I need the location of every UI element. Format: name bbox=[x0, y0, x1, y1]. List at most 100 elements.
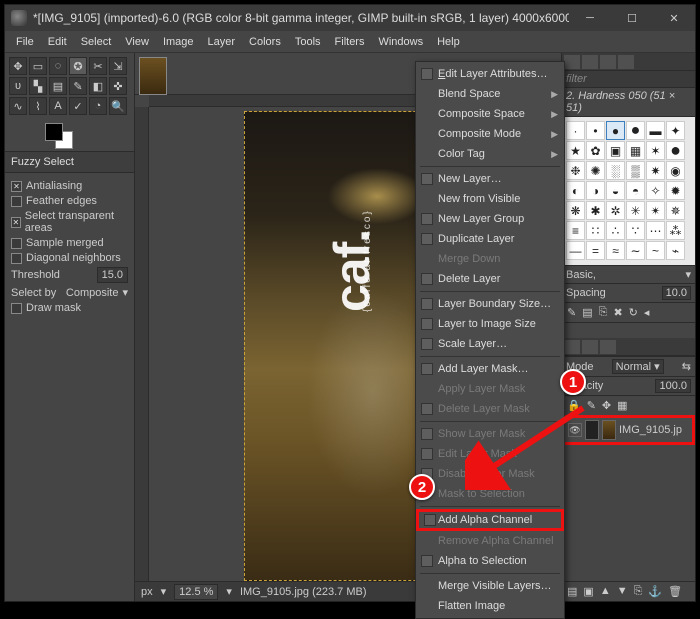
menu-image[interactable]: Image bbox=[156, 33, 201, 51]
color-swatches[interactable] bbox=[5, 119, 134, 151]
mi-composite-space[interactable]: Composite Space▶ bbox=[416, 104, 564, 124]
opt-sample-merged[interactable]: Sample merged bbox=[11, 237, 128, 249]
tool-bucket[interactable]: ▚ bbox=[29, 77, 47, 95]
lock-move-icon[interactable]: ✥ bbox=[602, 399, 611, 412]
menu-layer[interactable]: Layer bbox=[201, 33, 243, 51]
minimize-button[interactable]: ─ bbox=[569, 5, 611, 31]
menu-tools[interactable]: Tools bbox=[288, 33, 328, 51]
mi-alpha-to-sel[interactable]: Alpha to Selection bbox=[416, 551, 564, 571]
status-zoom[interactable]: 12.5 % bbox=[174, 584, 218, 600]
tool-picker[interactable]: ✓ bbox=[69, 97, 87, 115]
tab-paths[interactable] bbox=[600, 340, 616, 354]
opt-draw-mask[interactable]: Draw mask bbox=[11, 302, 128, 314]
brush-spacing[interactable]: Spacing10.0 bbox=[562, 283, 695, 302]
refresh-icon[interactable]: ↻ bbox=[629, 306, 638, 319]
edit-icon[interactable]: ✎ bbox=[567, 306, 576, 319]
mi-scale[interactable]: Scale Layer… bbox=[416, 334, 564, 354]
close-button[interactable]: ✕ bbox=[653, 5, 695, 31]
tab-fonts[interactable] bbox=[600, 55, 616, 69]
image-tab-thumb[interactable] bbox=[139, 57, 167, 95]
group-icon[interactable]: ▣ bbox=[583, 585, 593, 598]
tool-zoom[interactable]: 🔍 bbox=[109, 97, 127, 115]
tab-brushes[interactable] bbox=[564, 55, 580, 69]
layer-thumb[interactable] bbox=[602, 420, 616, 440]
up-icon[interactable]: ▲ bbox=[600, 585, 611, 598]
tool-eraser[interactable]: ◧ bbox=[89, 77, 107, 95]
mi-add-mask[interactable]: Add Layer Mask… bbox=[416, 359, 564, 379]
tool-smudge[interactable]: ∿ bbox=[9, 97, 27, 115]
menu-colors[interactable]: Colors bbox=[242, 33, 288, 51]
mi-blend-space[interactable]: Blend Space▶ bbox=[416, 84, 564, 104]
tool-text[interactable]: A bbox=[49, 97, 67, 115]
tool-gradient[interactable]: ▤ bbox=[49, 77, 67, 95]
chevron-down-icon[interactable]: ▾ bbox=[122, 286, 128, 299]
maximize-button[interactable]: ☐ bbox=[611, 5, 653, 31]
tool-paintbrush[interactable]: ✎ bbox=[69, 77, 87, 95]
mi-add-alpha-highlighted[interactable]: Add Alpha Channel bbox=[416, 509, 564, 531]
check-icon bbox=[421, 428, 433, 440]
opt-select-by[interactable]: Select byComposite▾ bbox=[11, 286, 128, 299]
tool-crop[interactable]: ✂ bbox=[89, 57, 107, 75]
trash-icon[interactable]: 🗑 bbox=[668, 585, 682, 598]
mi-composite-mode[interactable]: Composite Mode▶ bbox=[416, 124, 564, 144]
mi-flatten[interactable]: Flatten Image bbox=[416, 596, 564, 616]
tool-move[interactable]: ✥ bbox=[9, 57, 27, 75]
anchor-icon[interactable]: ⚓ bbox=[648, 585, 662, 598]
opt-threshold[interactable]: Threshold15.0 bbox=[11, 267, 128, 283]
menu-edit[interactable]: Edit bbox=[41, 33, 74, 51]
status-unit[interactable]: px bbox=[141, 586, 153, 598]
annotation-badge-1: 1 bbox=[560, 369, 586, 395]
mi-delete[interactable]: Delete Layer bbox=[416, 269, 564, 289]
tab-layers[interactable] bbox=[564, 340, 580, 354]
menu-icon[interactable]: ◂ bbox=[644, 306, 650, 319]
menu-filters[interactable]: Filters bbox=[328, 33, 372, 51]
tool-measure[interactable]: ◔ bbox=[89, 97, 107, 115]
chevron-icon[interactable]: ⇆ bbox=[682, 360, 691, 373]
fg-color[interactable] bbox=[45, 123, 63, 141]
mi-new-group[interactable]: New Layer Group bbox=[416, 209, 564, 229]
new-layer-icon[interactable]: ▤ bbox=[567, 585, 577, 598]
mi-new-layer[interactable]: New Layer… bbox=[416, 169, 564, 189]
tool-fuzzy-select[interactable]: ✪ bbox=[69, 57, 87, 75]
tool-rect-select[interactable]: ▭ bbox=[29, 57, 47, 75]
menu-select[interactable]: Select bbox=[74, 33, 119, 51]
mi-duplicate[interactable]: Duplicate Layer bbox=[416, 229, 564, 249]
brush-grid[interactable]: ·•●●▬✦ ★✿▣▦✶● ❉✺░▒✷◉ ◐◑◒◓✧✹ ❋✱✲✳✴✵ ≡∷∴∵⋯… bbox=[562, 117, 695, 265]
tab-history[interactable] bbox=[618, 55, 634, 69]
opt-feather[interactable]: Feather edges bbox=[11, 195, 128, 207]
tool-free-select[interactable]: ◌ bbox=[49, 57, 67, 75]
down-icon[interactable]: ▼ bbox=[617, 585, 628, 598]
tab-patterns[interactable] bbox=[582, 55, 598, 69]
chevron-down-icon[interactable]: ▾ bbox=[226, 585, 232, 598]
mi-color-tag[interactable]: Color Tag▶ bbox=[416, 144, 564, 164]
new-icon[interactable]: ▤ bbox=[582, 306, 592, 319]
ruler-vertical[interactable] bbox=[135, 107, 149, 581]
mi-boundary[interactable]: Layer Boundary Size… bbox=[416, 294, 564, 314]
layer-name[interactable]: IMG_9105.jp bbox=[619, 424, 682, 436]
menu-file[interactable]: File bbox=[9, 33, 41, 51]
opt-antialias[interactable]: ✕Antialiasing bbox=[11, 180, 128, 192]
mi-new-from-visible[interactable]: New from Visible bbox=[416, 189, 564, 209]
tool-path[interactable]: ⌇ bbox=[29, 97, 47, 115]
menu-help[interactable]: Help bbox=[430, 33, 467, 51]
menu-windows[interactable]: Windows bbox=[371, 33, 430, 51]
del-icon[interactable]: ✖ bbox=[613, 306, 622, 319]
opt-diagonal[interactable]: Diagonal neighbors bbox=[11, 252, 128, 264]
lock-alpha-icon[interactable]: ▦ bbox=[617, 399, 627, 412]
mi-merge-visible[interactable]: Merge Visible Layers… bbox=[416, 576, 564, 596]
brush-preset-row[interactable]: Basic,▾ bbox=[562, 265, 695, 283]
mi-edit-attrs[interactable]: EEdit Layer Attributes…dit Layer Attribu… bbox=[416, 64, 564, 84]
chevron-down-icon[interactable]: ▾ bbox=[161, 585, 167, 598]
brush-filter[interactable]: filter bbox=[562, 71, 695, 88]
tool-warp[interactable]: υ bbox=[9, 77, 27, 95]
opt-select-transparent[interactable]: ✕Select transparent areas bbox=[11, 210, 128, 234]
menu-view[interactable]: View bbox=[118, 33, 156, 51]
dup-icon[interactable]: ⎘ bbox=[599, 306, 608, 319]
tool-clone[interactable]: ✜ bbox=[109, 77, 127, 95]
left-dock: ✥ ▭ ◌ ✪ ✂ ⇲ υ ▚ ▤ ✎ ◧ ✜ ∿ ⌇ A ✓ ◔ 🔍 bbox=[5, 53, 135, 601]
tool-transform[interactable]: ⇲ bbox=[109, 57, 127, 75]
mi-to-image[interactable]: Layer to Image Size bbox=[416, 314, 564, 334]
tab-channels[interactable] bbox=[582, 340, 598, 354]
dup-layer-icon[interactable]: ⎘ bbox=[634, 585, 643, 598]
chevron-down-icon[interactable]: ▾ bbox=[685, 268, 691, 281]
